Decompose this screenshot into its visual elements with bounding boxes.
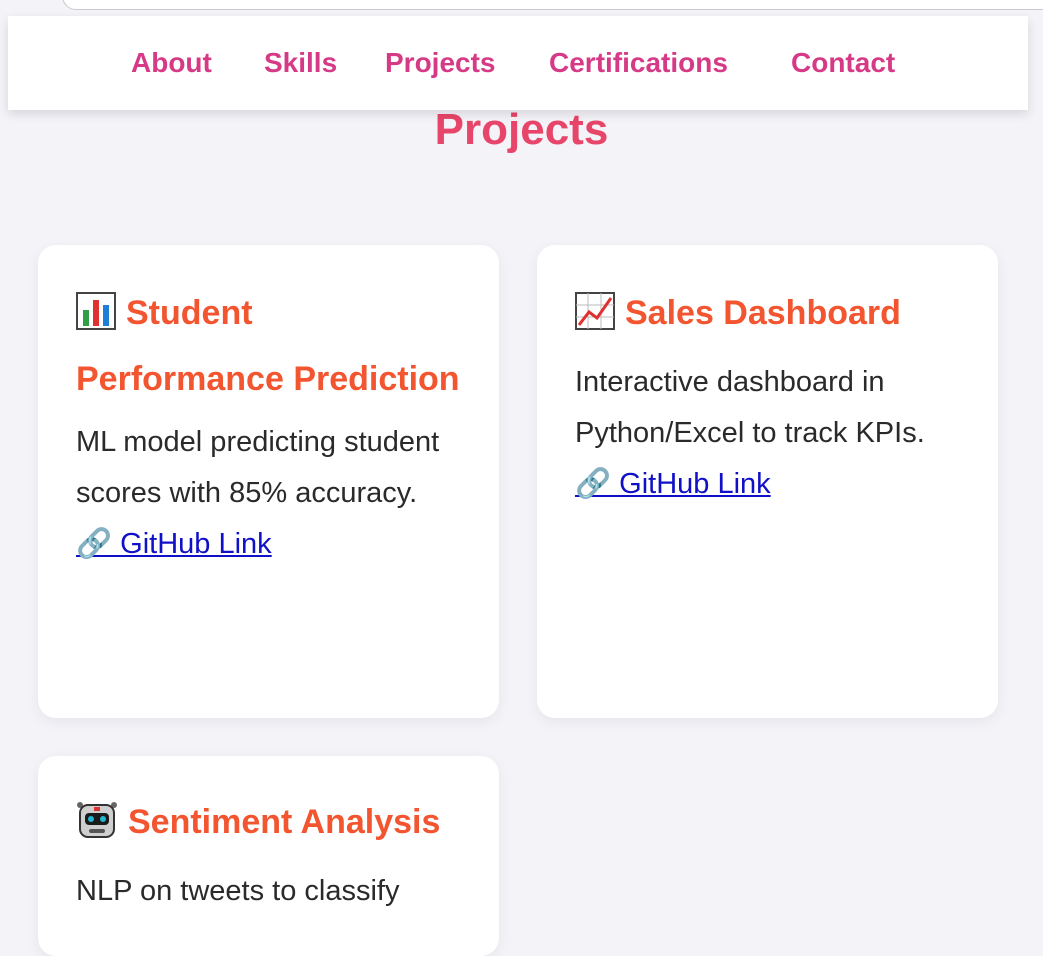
- project-card-student-performance: Student Performance Prediction ML model …: [38, 245, 499, 718]
- nav-link-certifications[interactable]: Certifications: [549, 46, 728, 80]
- project-description: ML model predicting student scores with …: [76, 426, 440, 509]
- nav-link-skills[interactable]: Skills: [264, 46, 337, 80]
- project-title: Sentiment Analysis: [76, 792, 461, 858]
- chart-increasing-icon: [575, 289, 615, 349]
- github-link[interactable]: 🔗 GitHub Link: [575, 459, 960, 510]
- github-link[interactable]: 🔗 GitHub Link: [76, 519, 461, 570]
- nav-link-contact[interactable]: Contact: [791, 46, 895, 80]
- section-title: Projects: [434, 105, 609, 154]
- bar-chart-icon: [76, 289, 116, 349]
- top-navbar: About Skills Projects Certifications Con…: [8, 16, 1028, 110]
- project-description: Interactive dashboard in Python/Excel to…: [575, 366, 925, 449]
- project-card-sentiment-analysis: Sentiment Analysis NLP on tweets to clas…: [38, 756, 499, 956]
- nav-link-about[interactable]: About: [131, 46, 212, 80]
- project-description: NLP on tweets to classify: [76, 875, 400, 907]
- project-title: Sales Dashboard: [575, 283, 960, 349]
- nav-link-projects[interactable]: Projects: [385, 46, 496, 80]
- project-card-sales-dashboard: Sales Dashboard Interactive dashboard in…: [537, 245, 998, 718]
- browser-address-bar-strip: [0, 0, 1043, 15]
- project-title: Student Performance Prediction: [76, 283, 461, 409]
- address-bar[interactable]: [62, 0, 1043, 10]
- robot-icon: [76, 798, 118, 858]
